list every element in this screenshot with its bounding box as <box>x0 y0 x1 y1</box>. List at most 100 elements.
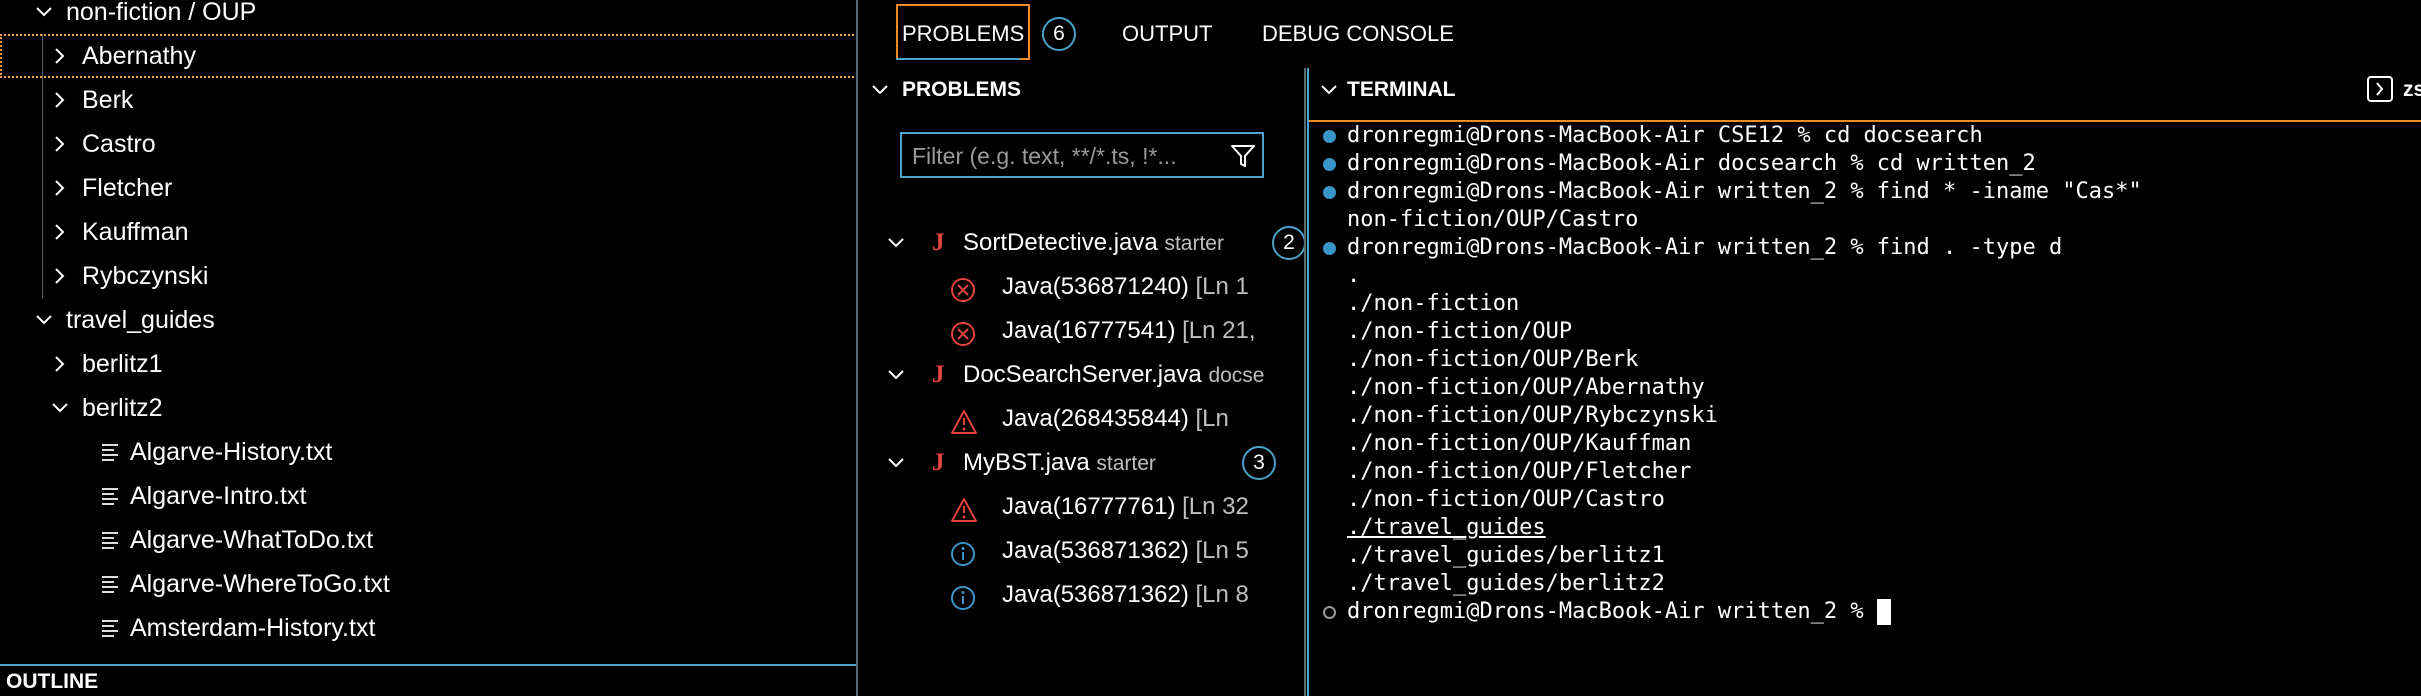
problem-file-label: MyBST.java <box>963 449 1090 476</box>
tree-folder-item[interactable]: Rybczynski <box>0 254 856 298</box>
terminal-line-text: ./non-fiction/OUP/Berk <box>1347 347 1639 372</box>
tree-folder-item[interactable]: Fletcher <box>0 166 856 210</box>
tree-folder-item[interactable]: berlitz1 <box>0 342 856 386</box>
problems-filter <box>900 132 1264 178</box>
tree-item-label: Kauffman <box>82 218 189 246</box>
problem-file-label: DocSearchServer.java <box>963 361 1202 388</box>
tree-item-label: Algarve-WhatToDo.txt <box>130 526 374 554</box>
diagnostic-location: [Ln 8 <box>1195 581 1249 608</box>
problem-file-row[interactable]: J MyBST.java starter 3 <box>860 441 1304 485</box>
tree-folder-item[interactable]: non-fiction / OUP <box>0 0 856 34</box>
tree-item-label: berlitz2 <box>82 394 163 422</box>
problem-file-name: DocSearchServer.java docse <box>963 353 1265 398</box>
problem-file-path: starter <box>1096 452 1156 475</box>
command-decoration-icon[interactable] <box>1323 158 1336 171</box>
tree-file-item[interactable]: Algarve-WhatToDo.txt <box>0 518 856 562</box>
terminal-line-text: dronregmi@Drons-MacBook-Air written_2 % <box>1347 599 1877 624</box>
explorer-panel: non-fiction / OUP Abernathy Berk Castro Flet… <box>0 0 858 696</box>
tree-file-item[interactable]: Amsterdam-History.txt <box>0 606 856 650</box>
command-decoration-icon[interactable] <box>1323 130 1336 143</box>
text-file-icon <box>100 562 122 606</box>
terminal-output-line: . <box>1347 262 1360 290</box>
problem-file-row[interactable]: J SortDetective.java starter 2 <box>860 221 1304 265</box>
terminal-output-line: ./travel_guides/berlitz2 <box>1347 570 1665 598</box>
problem-diagnostic-row[interactable]: Java(536871240) [Ln 1 <box>860 265 1304 309</box>
problem-diagnostic-row[interactable]: Java(16777541) [Ln 21, <box>860 309 1304 353</box>
tree-file-item[interactable]: Algarve-Intro.txt <box>0 474 856 518</box>
chevron-down-icon <box>886 221 910 265</box>
terminal-line-text: dronregmi@Drons-MacBook-Air docsearch % … <box>1347 151 2036 176</box>
terminal-output-line: ./non-fiction/OUP/Fletcher <box>1347 458 1691 486</box>
diagnostic-message: Java(536871362) [Ln 5 <box>1002 529 1249 573</box>
terminal-shell-label[interactable]: zs <box>2403 68 2421 112</box>
active-tab-indicator <box>896 58 1020 60</box>
chevron-down-icon <box>50 386 74 430</box>
chevron-down-icon[interactable] <box>1319 68 1343 112</box>
panel-tab-bar: PROBLEMS 6 OUTPUT DEBUG CONSOLE <box>860 0 2421 68</box>
tree-item-label: Rybczynski <box>82 262 209 290</box>
outline-section-header[interactable]: OUTLINE <box>0 664 856 696</box>
diagnostic-location: [Ln 32 <box>1182 493 1249 520</box>
problem-count-badge: 3 <box>1242 446 1276 480</box>
problem-diagnostic-row[interactable]: Java(268435844) [Ln <box>860 397 1304 441</box>
command-decoration-icon[interactable] <box>1323 186 1336 199</box>
terminal-new-icon[interactable] <box>2367 76 2393 102</box>
problems-filter-input[interactable] <box>910 138 1214 174</box>
terminal-line-text: ./non-fiction/OUP/Castro <box>1347 487 1665 512</box>
tree-file-item[interactable]: Algarve-WhereToGo.txt <box>0 562 856 606</box>
terminal-line-text: non-fiction/OUP/Castro <box>1347 207 1639 232</box>
problem-file-path: docse <box>1208 364 1265 387</box>
chevron-right-icon <box>50 342 74 386</box>
problem-file-name: MyBST.java starter <box>963 441 1156 486</box>
terminal-output-line: ./non-fiction/OUP/Rybczynski <box>1347 402 1718 430</box>
terminal-cursor <box>1876 599 1891 625</box>
problem-file-label: SortDetective.java <box>963 229 1158 256</box>
chevron-right-icon <box>50 166 74 210</box>
terminal-prompt-line: dronregmi@Drons-MacBook-Air docsearch % … <box>1347 150 2036 178</box>
tree-folder-item[interactable]: travel_guides <box>0 298 856 342</box>
tree-item-label: Algarve-WhereToGo.txt <box>130 570 390 598</box>
tab-problems[interactable]: PROBLEMS <box>896 4 1031 60</box>
terminal-output-line: ./non-fiction/OUP <box>1347 318 1572 346</box>
pane-divider[interactable] <box>1304 68 1306 696</box>
java-file-icon: J <box>932 229 945 256</box>
chevron-down-icon <box>870 68 894 112</box>
diagnostic-code: Java(268435844) <box>1002 405 1189 432</box>
terminal-pane[interactable]: TERMINAL zs dronregmi@Drons-MacBook-Air … <box>1307 68 2421 696</box>
java-file-icon: J <box>932 449 945 476</box>
terminal-output-line[interactable]: ./travel_guides <box>1347 514 1546 542</box>
problem-diagnostic-row[interactable]: Java(536871362) [Ln 8 <box>860 573 1304 617</box>
terminal-output-line: ./non-fiction/OUP/Kauffman <box>1347 430 1691 458</box>
tree-item-label: Algarve-Intro.txt <box>130 482 307 510</box>
diagnostic-message: Java(536871362) [Ln 8 <box>1002 573 1249 617</box>
problem-diagnostic-row[interactable]: Java(536871362) [Ln 5 <box>860 529 1304 573</box>
terminal-prompt-line: dronregmi@Drons-MacBook-Air CSE12 % cd d… <box>1347 122 1983 150</box>
diagnostic-location: [Ln 21, <box>1182 317 1256 344</box>
command-pending-icon[interactable] <box>1323 606 1336 619</box>
tree-folder-item[interactable]: Berk <box>0 78 856 122</box>
filter-icon[interactable] <box>1230 143 1256 174</box>
tree-folder-item[interactable]: Abernathy <box>0 34 856 78</box>
tree-folder-item[interactable]: Kauffman <box>0 210 856 254</box>
terminal-line-text: dronregmi@Drons-MacBook-Air written_2 % … <box>1347 179 2142 204</box>
java-file-icon: J <box>932 361 945 388</box>
problem-file-row[interactable]: J DocSearchServer.java docse <box>860 353 1304 397</box>
chevron-down-icon <box>34 298 58 342</box>
terminal-output-line: ./travel_guides/berlitz1 <box>1347 542 1665 570</box>
terminal-line-text: ./travel_guides/berlitz1 <box>1347 543 1665 568</box>
terminal-prompt-line: dronregmi@Drons-MacBook-Air written_2 % … <box>1347 234 2062 262</box>
tree-folder-item[interactable]: berlitz2 <box>0 386 856 430</box>
tab-debug-console[interactable]: DEBUG CONSOLE <box>1262 14 1454 54</box>
tab-output[interactable]: OUTPUT <box>1122 14 1212 54</box>
tree-file-item[interactable]: Algarve-History.txt <box>0 430 856 474</box>
tree-item-label: Abernathy <box>82 42 196 70</box>
diagnostic-location: [Ln 5 <box>1195 537 1249 564</box>
indent-guide <box>42 34 43 298</box>
tree-folder-item[interactable]: Castro <box>0 122 856 166</box>
problem-file-name: SortDetective.java starter <box>963 221 1224 266</box>
terminal-output-line: ./non-fiction <box>1347 290 1519 318</box>
problem-diagnostic-row[interactable]: Java(16777761) [Ln 32 <box>860 485 1304 529</box>
chevron-right-icon <box>50 78 74 122</box>
diagnostic-message: Java(268435844) [Ln <box>1002 397 1229 441</box>
command-decoration-icon[interactable] <box>1323 242 1336 255</box>
